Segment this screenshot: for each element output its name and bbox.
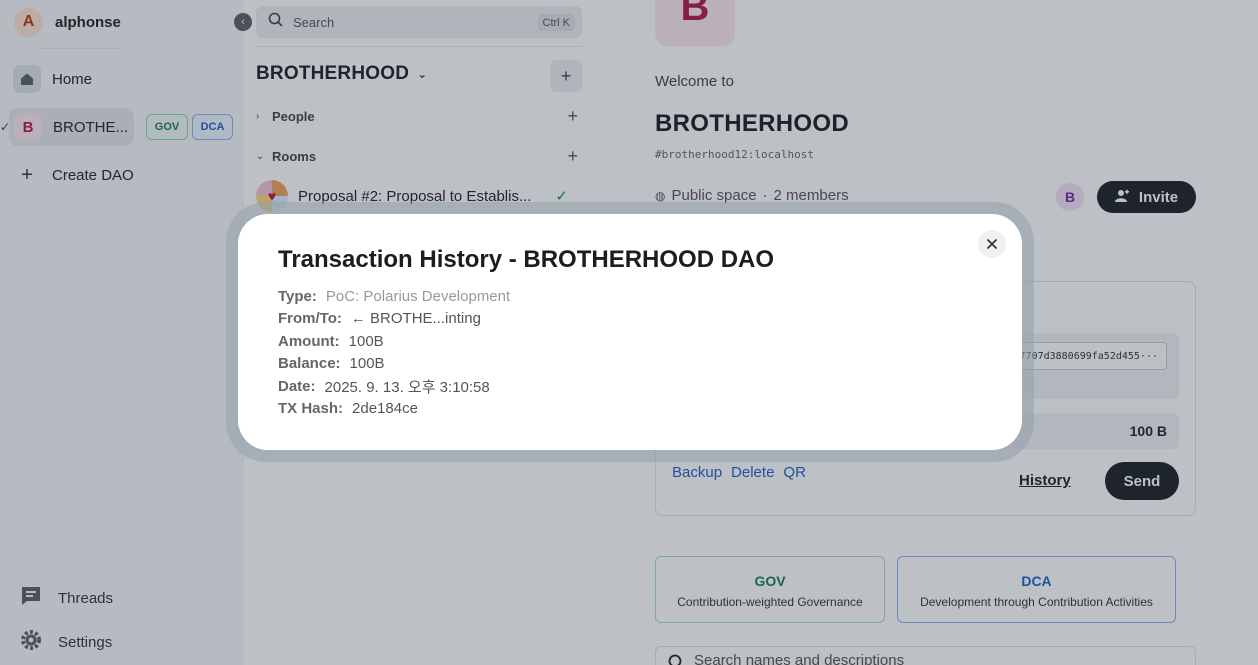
tx-balance-row: Balance: 100B <box>278 353 510 376</box>
tx-from-to-row: From/To: ← BROTHE...inting <box>278 308 510 331</box>
transaction-details: Type: PoC: Polarius Development From/To:… <box>278 285 510 420</box>
tx-hash-row: TX Hash: 2de184ce <box>278 398 510 421</box>
tx-amount-row: Amount: 100B <box>278 330 510 353</box>
tx-value: 100B <box>349 355 385 373</box>
tx-date-row: Date: 2025. 9. 13. 오후 3:10:58 <box>278 375 510 398</box>
tx-type-row: Type: PoC: Polarius Development <box>278 285 510 308</box>
tx-label: From/To: <box>278 310 342 328</box>
tx-label: TX Hash: <box>278 400 344 418</box>
tx-value[interactable]: 2de184ce <box>352 400 418 417</box>
transaction-history-modal: Transaction History - BROTHERHOOD DAO Ty… <box>238 214 1022 450</box>
tx-value: PoC: Polarius Development <box>325 287 511 305</box>
tx-label: Balance: <box>278 355 341 373</box>
tx-value: 2025. 9. 13. 오후 3:10:58 <box>324 378 490 396</box>
tx-label: Date: <box>278 377 316 395</box>
tx-value: 100B <box>348 332 384 350</box>
tx-label: Amount: <box>278 332 340 350</box>
close-icon <box>986 238 998 250</box>
tx-label: Type: <box>278 287 317 305</box>
tx-value: ← BROTHE...inting <box>350 310 481 328</box>
close-button[interactable] <box>978 230 1006 258</box>
modal-title: Transaction History - BROTHERHOOD DAO <box>278 246 775 273</box>
